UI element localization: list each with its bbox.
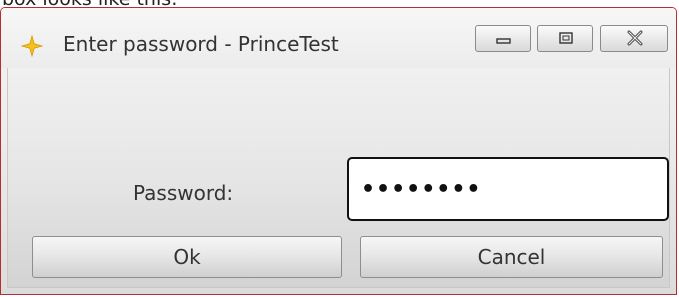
maximize-icon: [538, 26, 592, 51]
password-dialog-window: Enter password - PrinceTest Password: ••…: [0, 7, 677, 295]
maximize-button[interactable]: [537, 25, 593, 52]
close-button[interactable]: [600, 25, 668, 52]
window-title: Enter password - PrinceTest: [63, 32, 339, 56]
close-icon: [601, 26, 667, 51]
ok-button[interactable]: Ok: [32, 236, 342, 278]
dialog-content: Password: Ok Cancel: [7, 68, 670, 288]
minimize-button[interactable]: [475, 25, 531, 52]
password-input[interactable]: [347, 157, 669, 221]
minimize-icon: [476, 26, 530, 51]
yellow-star-icon: [20, 34, 44, 58]
cancel-button[interactable]: Cancel: [360, 236, 663, 278]
password-label: Password:: [133, 181, 234, 205]
title-bar[interactable]: Enter password - PrinceTest: [1, 8, 676, 68]
